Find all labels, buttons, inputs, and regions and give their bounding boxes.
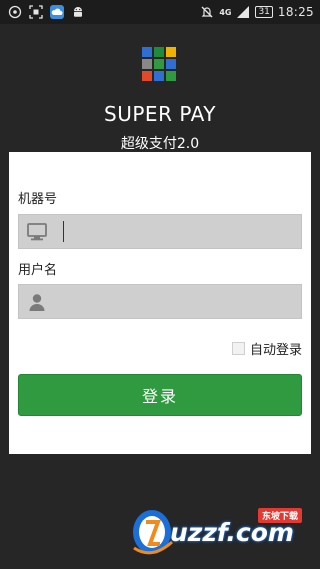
login-screen: 4G 31 18:25 SUPER PAY 超级支付2.0 机器号 用户名 自动… [0, 0, 320, 569]
scan-icon [29, 5, 43, 19]
cloud-icon [50, 5, 64, 19]
status-bar-left [8, 4, 85, 20]
watermark: 东坡下载 uzzf.com [128, 498, 316, 558]
status-bar-right: 4G 31 18:25 [200, 4, 314, 20]
android-icon [74, 7, 82, 17]
username-input[interactable] [69, 285, 299, 320]
logo-tile [142, 47, 152, 57]
logo-tile [142, 59, 152, 69]
logo-tile [154, 47, 164, 57]
auto-login-label: 自动登录 [249, 343, 302, 358]
machine-number-input[interactable] [69, 215, 299, 250]
battery-level: 31 [255, 6, 273, 18]
app-subtitle: 超级支付2.0 [120, 136, 200, 152]
logo-tile [166, 59, 176, 69]
logo-tile [154, 59, 164, 69]
mute-icon [201, 6, 213, 18]
app-name: SUPER PAY [104, 102, 216, 126]
auto-login-checkbox[interactable] [231, 342, 245, 355]
status-bar: 4G 31 18:25 [0, 0, 320, 24]
machine-number-field[interactable] [18, 214, 302, 250]
user-icon [29, 294, 45, 311]
network-type-label: 4G [219, 7, 232, 17]
watermark-text: uzzf.com [170, 518, 294, 547]
notification-icon [8, 5, 22, 19]
status-time: 18:25 [277, 5, 314, 19]
logo-tile [154, 71, 164, 81]
username-field[interactable] [18, 284, 302, 320]
username-label: 用户名 [18, 263, 58, 278]
logo-tile [166, 71, 176, 81]
logo-tile [166, 47, 176, 57]
machine-number-label: 机器号 [18, 192, 58, 207]
text-cursor [63, 221, 64, 242]
auto-login-option[interactable]: 自动登录 [231, 339, 302, 358]
login-button[interactable]: 登录 [18, 374, 302, 416]
signal-icon [237, 6, 250, 18]
logo-tile [142, 71, 152, 81]
app-logo [142, 47, 178, 83]
monitor-icon [27, 223, 47, 241]
login-form: 机器号 用户名 自动登录 登录 [9, 152, 311, 454]
